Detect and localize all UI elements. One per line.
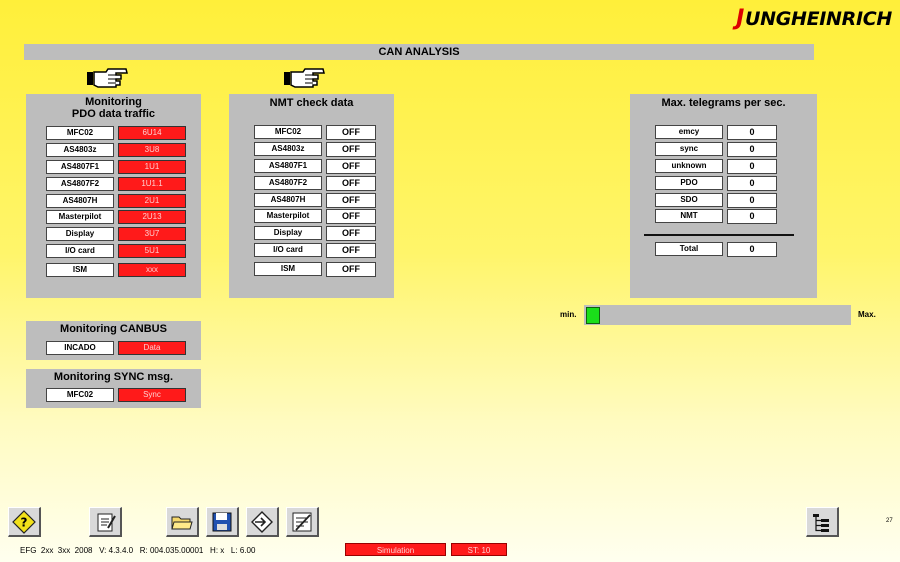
logo-text: UNGHEINRICH xyxy=(744,7,892,30)
pdo-label-as4803z: AS4803z xyxy=(46,143,114,157)
page-title: CAN ANALYSIS xyxy=(24,44,814,60)
pdo-value-display: 3U7 xyxy=(118,227,186,241)
nmt-label-masterpilot: Masterpilot xyxy=(254,209,322,223)
pdo-label-ism: ISM xyxy=(46,263,114,277)
version-status-text: EFG 2xx 3xx 2008 V: 4.3.4.0 R: 004.035.0… xyxy=(20,546,256,555)
telegram-value-sync: 0 xyxy=(727,142,777,157)
structure-button[interactable] xyxy=(806,507,839,537)
save-disk-icon xyxy=(212,512,232,531)
nmt-panel-title: NMT check data xyxy=(269,97,354,109)
pdo-monitoring-panel: Monitoring PDO data traffic MFC02 6U14 A… xyxy=(26,94,201,298)
nmt-label-as4803z: AS4803z xyxy=(254,142,322,156)
telegram-value-pdo: 0 xyxy=(727,176,777,191)
pdo-panel-title-line2: PDO data traffic xyxy=(71,108,156,120)
open-button[interactable] xyxy=(166,507,199,537)
telegram-value-sdo: 0 xyxy=(727,193,777,208)
telegram-label-sdo: SDO xyxy=(655,193,723,207)
nmt-value-as4803z: OFF xyxy=(326,142,376,157)
tree-structure-icon xyxy=(813,513,829,532)
nmt-value-as4807h: OFF xyxy=(326,193,376,208)
canbus-monitoring-panel: Monitoring CANBUS INCADO Data xyxy=(26,321,201,360)
help-icon: ? xyxy=(12,509,36,534)
nmt-value-as4807f1: OFF xyxy=(326,159,376,174)
telegram-label-total: Total xyxy=(655,242,723,256)
pdo-value-ism: xxx xyxy=(118,263,186,277)
st-badge: ST: 10 xyxy=(451,543,507,556)
pointing-hand-icon xyxy=(87,68,128,88)
pdo-value-as4807f1: 1U1 xyxy=(118,160,186,174)
total-divider xyxy=(644,234,794,236)
pdo-value-mfc02: 6U14 xyxy=(118,126,186,140)
nmt-value-as4807f2: OFF xyxy=(326,176,376,191)
pdo-label-as4807f2: AS4807F2 xyxy=(46,177,114,191)
telegram-load-gauge xyxy=(584,305,851,325)
logo-arrow-j: J xyxy=(736,6,744,31)
svg-text:?: ? xyxy=(21,515,28,529)
simulation-badge: Simulation xyxy=(345,543,446,556)
telegram-label-sync: sync xyxy=(655,142,723,156)
nmt-value-masterpilot: OFF xyxy=(326,209,376,224)
open-folder-icon xyxy=(171,516,193,529)
jungheinrich-logo: J UNGHEINRICH xyxy=(736,6,892,31)
notes-button[interactable] xyxy=(89,507,122,537)
nmt-label-io-card: I/O card xyxy=(254,243,322,257)
nmt-label-display: Display xyxy=(254,226,322,240)
edit-report-button[interactable] xyxy=(286,507,319,537)
pdo-label-as4807h: AS4807H xyxy=(46,194,114,208)
nmt-value-display: OFF xyxy=(326,226,376,241)
pdo-value-masterpilot: 2U13 xyxy=(118,210,186,224)
notepad-icon xyxy=(97,513,116,531)
edit-document-icon xyxy=(292,512,312,531)
sync-value-sync: Sync xyxy=(118,388,186,402)
navigate-button[interactable] xyxy=(246,507,279,537)
save-button[interactable] xyxy=(206,507,239,537)
gauge-level-indicator xyxy=(586,307,600,324)
pdo-label-as4807f1: AS4807F1 xyxy=(46,160,114,174)
telegram-value-unknown: 0 xyxy=(727,159,777,174)
sync-monitoring-panel: Monitoring SYNC msg. MFC02 Sync xyxy=(26,369,201,408)
nmt-label-as4807f1: AS4807F1 xyxy=(254,159,322,173)
canbus-value-data: Data xyxy=(118,341,186,355)
pdo-value-as4807f2: 1U1.1 xyxy=(118,177,186,191)
telegram-label-emcy: emcy xyxy=(655,125,723,139)
telegram-value-total: 0 xyxy=(727,242,777,257)
telegrams-panel-title: Max. telegrams per sec. xyxy=(661,97,786,109)
canbus-label-incado: INCADO xyxy=(46,341,114,355)
pdo-label-io-card: I/O card xyxy=(46,244,114,258)
canbus-panel-title: Monitoring CANBUS xyxy=(60,323,167,335)
max-telegrams-panel: Max. telegrams per sec. emcy 0 sync 0 un… xyxy=(630,94,817,298)
pdo-label-masterpilot: Masterpilot xyxy=(46,210,114,224)
nmt-value-io-card: OFF xyxy=(326,243,376,258)
pointing-hand-icon xyxy=(284,68,325,88)
telegram-label-nmt: NMT xyxy=(655,209,723,223)
pdo-label-display: Display xyxy=(46,227,114,241)
telegram-value-emcy: 0 xyxy=(727,125,777,140)
nmt-label-as4807h: AS4807H xyxy=(254,193,322,207)
nmt-label-as4807f2: AS4807F2 xyxy=(254,176,322,190)
nmt-label-ism: ISM xyxy=(254,262,322,276)
gauge-min-label: min. xyxy=(560,310,577,319)
gauge-max-label: Max. xyxy=(858,310,876,319)
nmt-label-mfc02: MFC02 xyxy=(254,125,322,139)
nmt-value-mfc02: OFF xyxy=(326,125,376,140)
sync-panel-title: Monitoring SYNC msg. xyxy=(53,371,174,383)
pdo-value-as4803z: 3U8 xyxy=(118,143,186,157)
pdo-value-as4807h: 2U1 xyxy=(118,194,186,208)
nmt-check-panel: NMT check data MFC02 OFF AS4803z OFF AS4… xyxy=(229,94,394,298)
pdo-panel-title-line1: Monitoring xyxy=(85,96,142,108)
telegram-label-unknown: unknown xyxy=(655,159,723,173)
pdo-label-mfc02: MFC02 xyxy=(46,126,114,140)
navigate-diamond-icon xyxy=(251,510,273,533)
page-number: 27 xyxy=(886,518,893,524)
telegram-value-nmt: 0 xyxy=(727,209,777,224)
help-button[interactable]: ? xyxy=(8,507,41,537)
telegram-label-pdo: PDO xyxy=(655,176,723,190)
nmt-value-ism: OFF xyxy=(326,262,376,277)
pdo-value-io-card: 5U1 xyxy=(118,244,186,258)
sync-label-mfc02: MFC02 xyxy=(46,388,114,402)
